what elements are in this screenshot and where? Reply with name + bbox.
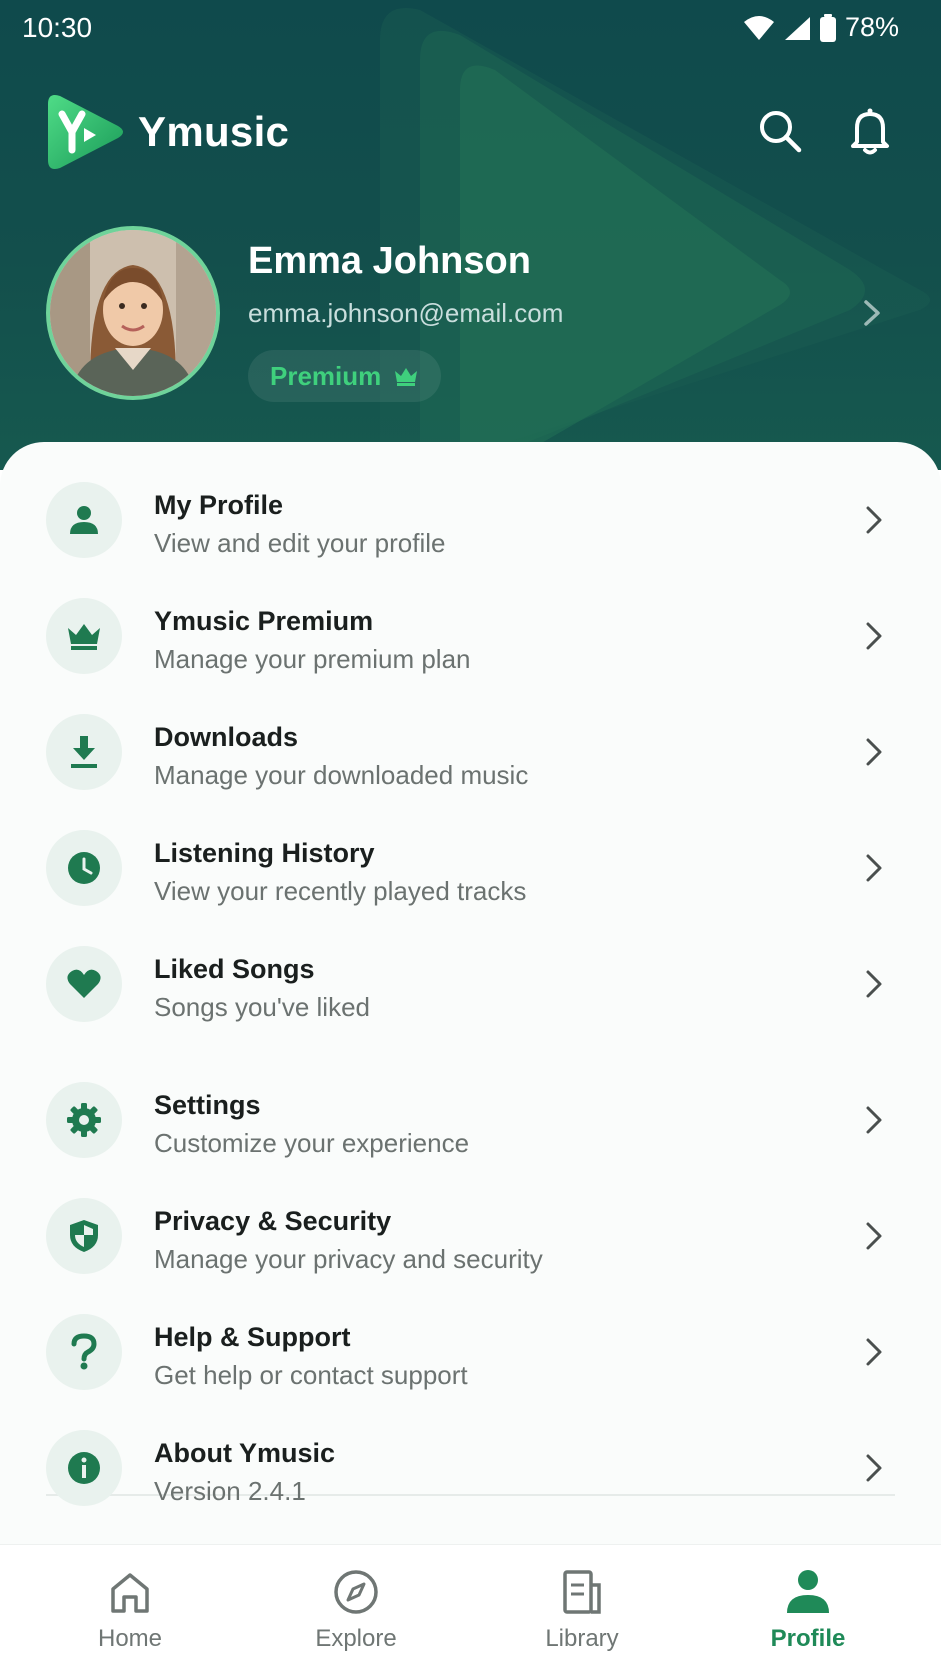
info-icon — [46, 1430, 122, 1506]
chevron-right-icon — [866, 506, 882, 534]
profile-chevron-icon[interactable] — [860, 296, 884, 330]
menu-item-subtitle: Songs you've liked — [154, 992, 370, 1022]
signal-icon — [784, 16, 810, 40]
question-icon — [46, 1314, 122, 1390]
user-email: emma.johnson@email.com — [248, 298, 564, 328]
avatar-photo — [50, 230, 216, 396]
nav-home[interactable]: Home — [60, 1567, 200, 1653]
wifi-icon — [743, 15, 774, 40]
heart-icon — [46, 946, 122, 1022]
app-name: Ymusic — [138, 108, 290, 155]
menu-item-title: Settings — [154, 1090, 261, 1120]
compass-icon — [334, 1570, 378, 1614]
status-bar: 10:30 78% — [0, 0, 941, 54]
nav-library-label: Library — [545, 1625, 619, 1652]
menu-item-help-support[interactable]: Help & Support Get help or contact suppo… — [0, 1294, 941, 1410]
crown-icon — [395, 368, 418, 386]
chevron-right-icon — [866, 738, 882, 766]
menu-item-listening-history[interactable]: Listening History View your recently pla… — [0, 810, 941, 926]
nav-explore[interactable]: Explore — [286, 1567, 426, 1653]
bottom-nav: Home Explore Library Profile — [0, 1544, 941, 1672]
menu-item-premium[interactable]: Ymusic Premium Manage your premium plan — [0, 578, 941, 694]
menu-item-subtitle: Get help or contact support — [154, 1360, 468, 1390]
profile-header: 10:30 78% Ymusic Emma Johnson emma.johns… — [0, 0, 941, 470]
nav-profile-label: Profile — [770, 1625, 846, 1652]
profile-icon — [787, 1570, 829, 1613]
menu-item-subtitle: View your recently played tracks — [154, 876, 527, 906]
menu-item-title: Listening History — [154, 838, 375, 868]
menu-item-subtitle: View and edit your profile — [154, 528, 446, 558]
chevron-right-icon — [866, 1106, 882, 1134]
menu-item-subtitle: Manage your premium plan — [154, 644, 471, 674]
chevron-right-icon — [866, 854, 882, 882]
menu-item-subtitle: Manage your downloaded music — [154, 760, 529, 790]
menu-item-my-profile[interactable]: My Profile View and edit your profile — [0, 462, 941, 578]
user-name: Emma Johnson — [248, 240, 531, 282]
menu-item-subtitle: Version 2.4.1 — [154, 1476, 306, 1506]
nav-explore-label: Explore — [315, 1625, 397, 1652]
menu-item-privacy-security[interactable]: Privacy & Security Manage your privacy a… — [0, 1178, 941, 1294]
menu-item-about[interactable]: About Ymusic Version 2.4.1 — [0, 1410, 941, 1526]
chevron-right-icon — [866, 1454, 882, 1482]
menu-item-title: Ymusic Premium — [154, 606, 374, 636]
menu-item-subtitle: Manage your privacy and security — [154, 1244, 543, 1274]
library-icon — [563, 1570, 601, 1614]
clock-icon — [46, 830, 122, 906]
nav-library[interactable]: Library — [512, 1567, 652, 1653]
menu-item-title: My Profile — [154, 490, 284, 520]
battery-percent: 78% — [844, 12, 899, 42]
menu-item-title: Privacy & Security — [154, 1206, 392, 1236]
avatar[interactable] — [46, 226, 220, 400]
menu-item-title: About Ymusic — [154, 1438, 336, 1468]
menu-card: My Profile View and edit your profile Ym… — [0, 442, 941, 1672]
gear-icon — [46, 1082, 122, 1158]
bell-icon[interactable] — [845, 106, 895, 156]
brand: Ymusic — [44, 92, 289, 172]
ymusic-logo-icon — [48, 95, 123, 169]
status-icons: 78% — [743, 12, 899, 43]
status-time: 10:30 — [22, 12, 93, 43]
menu-item-settings[interactable]: Settings Customize your experience — [0, 1062, 941, 1178]
premium-badge-label: Premium — [270, 360, 382, 391]
crown-icon — [46, 598, 122, 674]
home-icon — [111, 1573, 149, 1613]
header-background-art — [380, 8, 930, 470]
nav-profile[interactable]: Profile — [738, 1567, 878, 1653]
menu-item-title: Help & Support — [154, 1322, 351, 1352]
chevron-right-icon — [866, 622, 882, 650]
shield-icon — [46, 1198, 122, 1274]
chevron-right-icon — [866, 1338, 882, 1366]
download-icon — [46, 714, 122, 790]
chevron-right-icon — [866, 1222, 882, 1250]
menu-item-title: Liked Songs — [154, 954, 315, 984]
menu-item-liked-songs[interactable]: Liked Songs Songs you've liked — [0, 926, 941, 1042]
battery-icon — [819, 13, 836, 42]
search-icon[interactable] — [755, 106, 805, 156]
chevron-right-icon — [866, 970, 882, 998]
menu-item-subtitle: Customize your experience — [154, 1128, 470, 1158]
menu-item-downloads[interactable]: Downloads Manage your downloaded music — [0, 694, 941, 810]
person-icon — [46, 482, 122, 558]
premium-badge: Premium — [248, 350, 442, 402]
nav-home-label: Home — [97, 1625, 163, 1652]
menu-item-title: Downloads — [154, 722, 299, 752]
